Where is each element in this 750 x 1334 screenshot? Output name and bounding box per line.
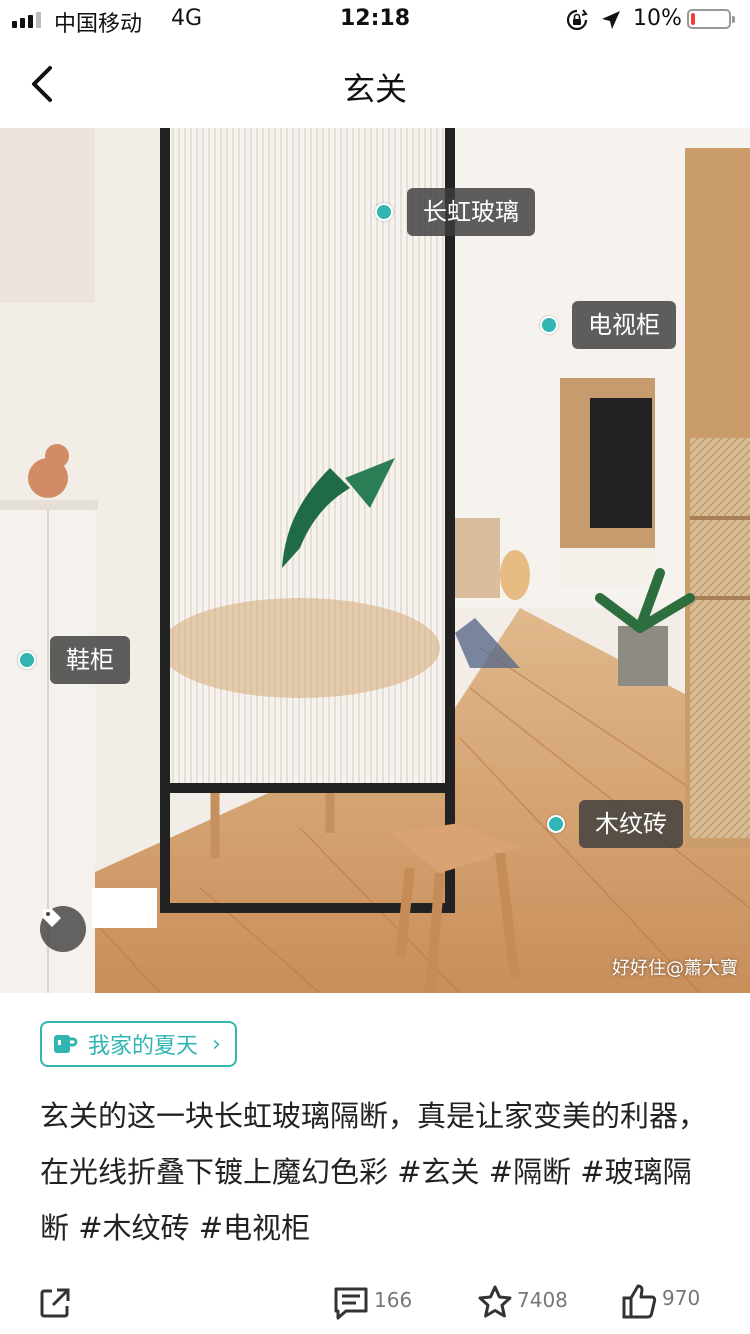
hotspot-dot [375,203,393,221]
hashtag[interactable]: #木纹砖 [78,1211,189,1245]
like-button[interactable]: 970 [620,1282,700,1320]
hashtag[interactable]: #电视柜 [199,1211,310,1245]
page-title: 玄关 [342,70,407,108]
hotspot-wood-tile[interactable]: 木纹砖 [547,800,683,848]
like-count: 970 [662,1286,701,1310]
comment-icon [334,1287,368,1320]
hotspot-dot [547,815,565,833]
battery-fill [691,13,695,25]
hotspot-tv-cabinet[interactable]: 电视柜 [540,301,676,349]
hotspot-label: 长虹玻璃 [407,188,535,236]
thumbs-up-icon [622,1284,657,1319]
action-bar: 166 7408 970 [0,1274,750,1334]
hotspot-label: 木纹砖 [579,800,683,848]
topic-tag[interactable]: 我家的夏天 › [40,1021,237,1067]
share-icon [40,1288,70,1318]
hotspot-shoe-cabinet[interactable]: 鞋柜 [18,636,130,684]
status-bar: 中国移动 4G 12:18 10% [0,0,750,40]
battery-icon [687,9,735,29]
photo-watermark: 好好住@蕭大寶 [612,958,738,979]
favorite-count: 7408 [517,1288,568,1312]
rotation-lock-icon [565,8,589,36]
mug-icon [54,1035,78,1053]
hotspot-dot [18,651,36,669]
star-icon [478,1285,512,1318]
comment-count: 166 [374,1288,413,1312]
chevron-right-icon: › [212,1031,221,1057]
comment-button[interactable]: 166 [332,1284,412,1322]
topic-label: 我家的夏天 [88,1034,199,1059]
favorite-button[interactable]: 7408 [477,1284,568,1320]
toggle-tags-button[interactable] [40,906,86,952]
post-description: 玄关的这一块长虹玻璃隔断，真是让家变美的利器，在光线折叠下镀上魔幻色彩 #玄关 … [40,1088,720,1256]
battery-percent: 10% [633,6,682,31]
hotspot-dot [540,316,558,334]
hotspot-label: 鞋柜 [50,636,130,684]
hotspot-glass[interactable]: 长虹玻璃 [375,188,535,236]
room-photo-illustration [0,128,750,993]
tag-icon [43,909,61,927]
share-button[interactable] [38,1286,72,1320]
nav-bar: 玄关 [0,40,750,128]
hashtag[interactable]: #隔断 [489,1155,571,1189]
hotspot-label: 电视柜 [572,301,676,349]
location-arrow-icon [600,9,622,35]
post-photo[interactable]: 长虹玻璃 电视柜 鞋柜 木纹砖 好好住@蕭大寶 [0,128,750,993]
hashtag[interactable]: #玄关 [397,1155,479,1189]
